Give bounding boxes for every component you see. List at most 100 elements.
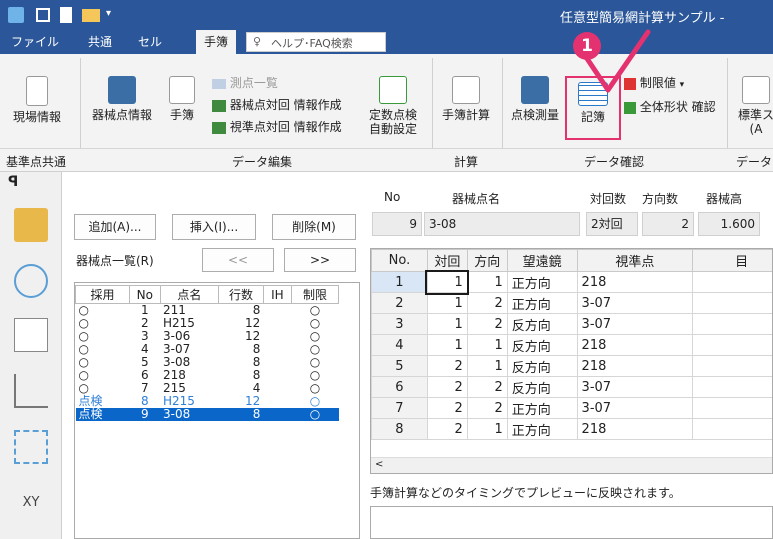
grid-cell[interactable]: 3-07	[576, 292, 694, 314]
shijun-taikai-item[interactable]: 視準点対回 情報作成	[212, 118, 342, 135]
grid-header[interactable]: 対回	[426, 249, 468, 272]
save-icon[interactable]	[36, 8, 50, 22]
tab-tebo[interactable]: 手簿	[196, 30, 236, 54]
grid-cell[interactable]: 218	[576, 418, 694, 440]
grid-cell[interactable]: 2	[466, 292, 508, 314]
grid-header[interactable]: No.	[371, 249, 428, 272]
next-button[interactable]: >>	[284, 248, 356, 272]
help-search-box[interactable]: ♀ ヘルプ･FAQ検索	[246, 32, 386, 52]
table-row[interactable]: 8 2 1 正方向 218	[371, 418, 772, 440]
grid-cell[interactable]: 1	[466, 334, 508, 356]
grid-cell[interactable]	[692, 397, 772, 419]
grid-cell[interactable]	[692, 334, 772, 356]
scroll-left-icon[interactable]: <	[375, 459, 383, 470]
grid-cell[interactable]: 1	[426, 292, 468, 314]
grid-cell[interactable]: 1	[466, 418, 508, 440]
network-icon[interactable]	[14, 430, 48, 464]
grid-cell[interactable]: 3-07	[576, 313, 694, 335]
grid-cell[interactable]: 1	[425, 269, 470, 295]
list-item[interactable]: ○ 7 215 4 ○	[76, 382, 339, 395]
grid-cell[interactable]: 反方向	[506, 334, 578, 356]
qat-dropdown-icon[interactable]: ▾	[106, 8, 111, 19]
grid-header[interactable]: 視準点	[576, 249, 694, 272]
delete-button[interactable]: 削除(M)	[272, 214, 356, 240]
grid-cell[interactable]: 反方向	[506, 355, 578, 377]
sokuten-list-item[interactable]: 測点一覧	[212, 74, 278, 91]
grid-header[interactable]: 目	[692, 249, 772, 272]
grid-cell[interactable]: 2	[466, 397, 508, 419]
open-folder-icon[interactable]	[82, 9, 100, 22]
list-item[interactable]: 点検 9 3-08 8 ○	[75, 408, 339, 421]
list-header[interactable]: No	[129, 285, 161, 304]
tab-cell[interactable]: セル	[130, 30, 170, 54]
table-row[interactable]: 1 1 1 正方向 218	[371, 269, 772, 295]
horizontal-scrollbar[interactable]: <	[371, 457, 772, 473]
grid-cell[interactable]: 2	[466, 376, 508, 398]
seigenchi-item[interactable]: 制限値 ▾	[624, 74, 684, 91]
grid-cell[interactable]	[692, 313, 772, 335]
list-header[interactable]: 採用	[75, 285, 130, 304]
graph-check-icon[interactable]	[14, 374, 48, 408]
genba-info-button[interactable]: 現場情報	[8, 76, 66, 124]
grid-cell[interactable]	[692, 271, 772, 293]
grid-cell[interactable]: 218	[576, 271, 694, 293]
list-header[interactable]: 行数	[218, 285, 264, 304]
table-row[interactable]: 6 2 2 反方向 3-07	[371, 376, 772, 398]
grid-cell[interactable]: 反方向	[506, 313, 578, 335]
grid-cell[interactable]: 正方向	[506, 271, 578, 293]
kikai-taikai-item[interactable]: 器械点対回 情報作成	[212, 96, 342, 113]
zentai-item[interactable]: 全体形状 確認	[624, 98, 716, 115]
list-item[interactable]: ○ 6 218 8 ○	[76, 369, 339, 382]
calculator-icon[interactable]	[14, 208, 48, 242]
list-item[interactable]: ○ 5 3-08 8 ○	[76, 356, 339, 369]
xy-coord-icon[interactable]: XY	[14, 486, 48, 520]
table-row[interactable]: 3 1 2 反方向 3-07	[371, 313, 772, 335]
kikaiten-info-button[interactable]: 器械点情報	[86, 76, 158, 122]
pin-icon[interactable]: ꟼ	[8, 174, 18, 190]
list-item[interactable]: ○ 1 211 8 ○	[76, 304, 339, 318]
grid-cell[interactable]: 2	[426, 397, 468, 419]
list-item[interactable]: ○ 2 H215 12 ○	[76, 317, 339, 330]
list-item[interactable]: 点検 8 H215 12 ○	[76, 395, 339, 408]
grid-cell[interactable]: 2	[426, 376, 468, 398]
table-row[interactable]: 4 1 1 反方向 218	[371, 334, 772, 356]
grid-cell[interactable]: 1	[426, 334, 468, 356]
table-row[interactable]: 7 2 2 正方向 3-07	[371, 397, 772, 419]
table-row[interactable]: 2 1 2 正方向 3-07	[371, 292, 772, 314]
tebo-menu-button[interactable]: 手簿	[162, 76, 202, 122]
grid-cell[interactable]: 1	[466, 271, 508, 293]
teisu-tenken-button[interactable]: 定数点検 自動設定	[364, 76, 422, 136]
insert-button[interactable]: 挿入(I)...	[172, 214, 256, 240]
grid-cell[interactable]	[692, 355, 772, 377]
grid-cell[interactable]: 2	[426, 355, 468, 377]
list-header[interactable]: IH	[262, 285, 293, 304]
grid-cell[interactable]: 反方向	[506, 376, 578, 398]
grid-cell[interactable]	[692, 376, 772, 398]
grid-cell[interactable]: 1	[466, 355, 508, 377]
grid-cell[interactable]: 2	[426, 418, 468, 440]
grid-cell[interactable]: 2	[466, 313, 508, 335]
list-item[interactable]: ○ 4 3-07 8 ○	[76, 343, 339, 356]
tab-file[interactable]: ファイル	[6, 30, 64, 54]
grid-cell[interactable]: 1	[426, 313, 468, 335]
prev-button[interactable]: <<	[202, 248, 274, 272]
list-header[interactable]: 制限	[291, 285, 339, 304]
grid-cell[interactable]: 218	[576, 334, 694, 356]
grid-cell[interactable]: 3-07	[576, 376, 694, 398]
list-item[interactable]: ○ 3 3-06 12 ○	[76, 330, 339, 343]
grid-cell[interactable]	[692, 418, 772, 440]
grid-cell[interactable]: 218	[576, 355, 694, 377]
tenken-sokuryo-button[interactable]: 点検測量	[504, 76, 566, 122]
grid-header[interactable]: 望遠鏡	[506, 249, 578, 272]
tebo-keisan-button[interactable]: 手簿計算	[436, 76, 496, 122]
hyojun-button[interactable]: 標準ス (A	[732, 76, 773, 136]
new-file-icon[interactable]	[60, 7, 72, 23]
grid-cell[interactable]: 正方向	[506, 397, 578, 419]
add-button[interactable]: 追加(A)...	[74, 214, 156, 240]
grid-cell[interactable]: 正方向	[506, 418, 578, 440]
grid-cell[interactable]: 正方向	[506, 292, 578, 314]
point-edit-icon[interactable]	[14, 264, 48, 298]
tab-common[interactable]: 共通	[80, 30, 120, 54]
notebook-calc-icon[interactable]	[14, 318, 48, 352]
list-header[interactable]: 点名	[159, 285, 220, 304]
